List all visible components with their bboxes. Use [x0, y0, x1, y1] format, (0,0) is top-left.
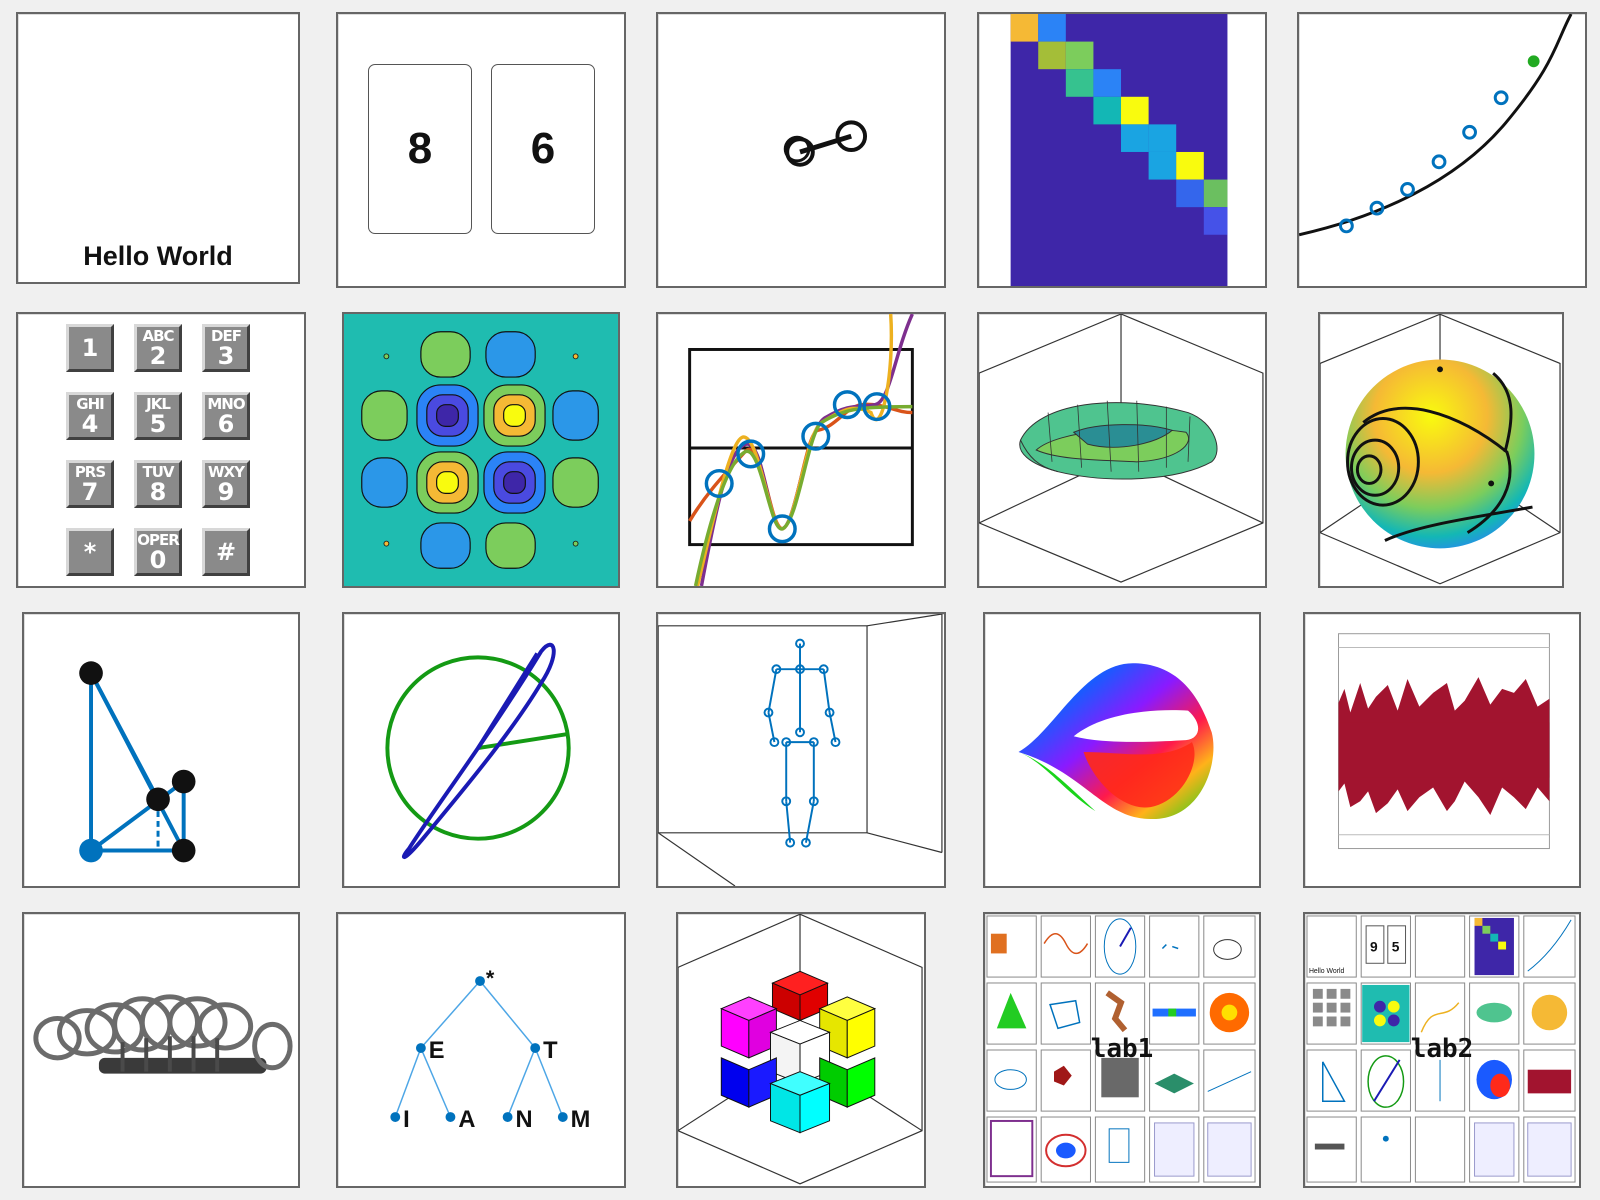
lab2-card-right: 5 [1392, 939, 1400, 954]
audio-waveform-plot [1338, 633, 1550, 850]
tile-curve-fit[interactable] [1297, 12, 1587, 288]
key-7[interactable]: PRS 7 [66, 460, 114, 508]
card-left[interactable]: 8 [368, 64, 472, 234]
tile-lab1-gallery[interactable]: lab1 [983, 912, 1261, 1188]
tile-hello-world[interactable]: Hello World [16, 12, 300, 284]
key-8[interactable]: TUV 8 [134, 460, 182, 508]
key-4[interactable]: GHI 4 [66, 392, 114, 440]
morse-node-i: I [403, 1107, 410, 1133]
tile-torus[interactable] [977, 312, 1267, 588]
key-8-digit: 8 [149, 477, 167, 506]
rubik-cube-3d-plot [678, 914, 923, 1185]
lab2-hello-mini: Hello World [1309, 968, 1345, 975]
tile-matrix[interactable] [977, 12, 1267, 288]
interpolation-plot [688, 314, 914, 586]
key-9[interactable]: WXY 9 [202, 460, 250, 508]
lab1-label: lab1 [1090, 1034, 1154, 1064]
key-5-digit: 5 [149, 409, 167, 438]
key-hash-symbol: # [215, 538, 237, 566]
key-1[interactable]: 1 [66, 324, 114, 372]
tile-pendulum[interactable] [656, 12, 946, 288]
tile-ring-puzzle[interactable] [22, 912, 300, 1188]
tile-triangle[interactable] [22, 612, 300, 888]
gallery: Hello World 8 6 1 ABC 2 DEF 3 GHI 4 JKL … [0, 0, 1600, 1200]
key-0[interactable]: OPER 0 [134, 528, 182, 576]
key-7-digit: 7 [81, 477, 99, 506]
morse-node-m: M [571, 1107, 591, 1133]
sphere-3d-plot [1320, 314, 1561, 585]
card-right[interactable]: 6 [491, 64, 595, 234]
tile-lab2-gallery[interactable]: Hello World 9 5 lab2 [1303, 912, 1581, 1188]
key-2[interactable]: ABC 2 [134, 324, 182, 372]
morse-node-n: N [515, 1107, 532, 1133]
morse-node-root: * [486, 965, 495, 990]
key-star[interactable]: * [66, 528, 114, 576]
key-2-digit: 2 [149, 341, 167, 370]
contour-plot [344, 314, 618, 586]
morse-tree-plot: * E T I A N M [390, 965, 591, 1133]
tile-skeleton[interactable] [656, 612, 946, 888]
tile-keypad[interactable]: 1 ABC 2 DEF 3 GHI 4 JKL 5 MNO 6 PRS 7 TUV 8 WXY… [16, 312, 306, 588]
tile-sphere[interactable] [1318, 312, 1564, 588]
skeleton-3d-plot [658, 614, 943, 886]
curve-fit-plot [1299, 14, 1573, 237]
tile-interpolation[interactable] [656, 312, 946, 588]
key-4-digit: 4 [81, 409, 99, 438]
lab2-card-left: 9 [1370, 939, 1378, 954]
phone-keypad: 1 ABC 2 DEF 3 GHI 4 JKL 5 MNO 6 PRS 7 TUV 8 WXY… [66, 324, 250, 576]
tile-cards[interactable]: 8 6 [336, 12, 626, 288]
torus-3d-plot [979, 314, 1264, 583]
key-3-digit: 3 [217, 341, 235, 370]
tile-contour[interactable] [342, 312, 620, 588]
key-5[interactable]: JKL 5 [134, 392, 182, 440]
key-star-symbol: * [83, 538, 97, 566]
hello-world-text: Hello World [83, 241, 233, 271]
lab2-label: lab2 [1410, 1034, 1474, 1064]
morse-node-a: A [458, 1107, 475, 1133]
morse-node-t: T [543, 1038, 558, 1064]
lissajous-plot [385, 642, 571, 859]
key-9-digit: 9 [217, 477, 235, 506]
key-hash[interactable]: # [202, 528, 250, 576]
tile-morse-tree[interactable]: * E T I A N M [336, 912, 626, 1188]
tile-rubik-cube[interactable] [676, 912, 926, 1188]
triangle-geometry-plot [79, 661, 196, 863]
klein-surface-plot [1018, 663, 1214, 820]
tile-audio-waveform[interactable] [1303, 612, 1581, 888]
morse-node-e: E [429, 1038, 445, 1064]
key-6-digit: 6 [217, 409, 235, 438]
ring-puzzle-image [33, 994, 293, 1074]
pendulum-plot [783, 120, 868, 167]
key-1-digit: 1 [81, 334, 99, 362]
matrix-heatmap [1010, 14, 1228, 286]
key-6[interactable]: MNO 6 [202, 392, 250, 440]
tile-klein-surface[interactable] [983, 612, 1261, 888]
key-3[interactable]: DEF 3 [202, 324, 250, 372]
key-0-digit: 0 [149, 545, 167, 574]
tile-lissajous[interactable] [342, 612, 620, 888]
